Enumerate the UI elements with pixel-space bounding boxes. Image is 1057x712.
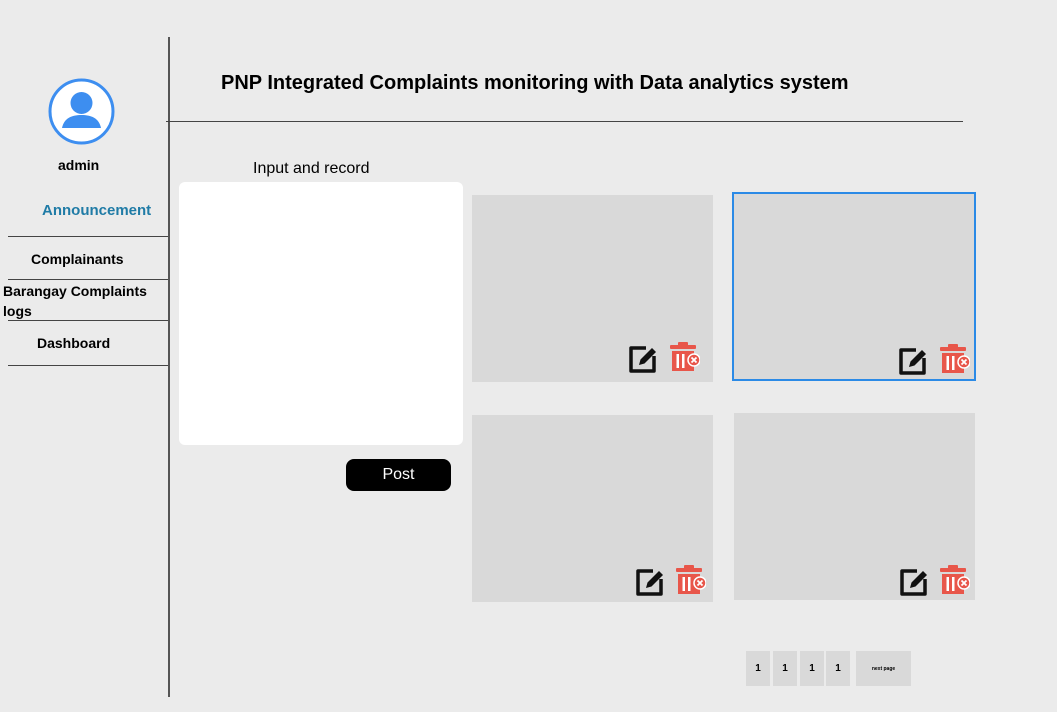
trash-icon[interactable] <box>668 341 700 373</box>
header-divider <box>166 121 963 122</box>
announcement-input[interactable] <box>179 182 463 445</box>
page-button[interactable]: 1 <box>826 651 850 686</box>
sidebar-separator <box>8 236 168 237</box>
input-label: Input and record <box>253 160 370 177</box>
edit-icon[interactable] <box>634 566 666 598</box>
trash-icon[interactable] <box>938 564 970 596</box>
edit-icon[interactable] <box>627 343 659 375</box>
page-title: PNP Integrated Complaints monitoring wit… <box>221 72 849 94</box>
sidebar-separator <box>8 320 168 321</box>
sidebar-item-barangay-complaints-logs[interactable]: Barangay Complaints logs <box>3 281 167 321</box>
sidebar-separator <box>8 365 168 366</box>
user-avatar-icon[interactable] <box>48 78 115 145</box>
page-button[interactable]: 1 <box>746 651 770 686</box>
next-page-button[interactable]: next page <box>856 651 911 686</box>
username: admin <box>58 157 100 173</box>
sidebar-item-announcement[interactable]: Announcement <box>42 201 151 221</box>
edit-icon[interactable] <box>897 345 929 377</box>
page-button[interactable]: 1 <box>773 651 797 686</box>
sidebar-item-complainants[interactable]: Complainants <box>31 249 124 269</box>
sidebar-divider <box>168 37 170 697</box>
trash-icon[interactable] <box>938 343 970 375</box>
sidebar-separator <box>8 279 168 280</box>
post-button[interactable]: Post <box>346 459 451 491</box>
page-button[interactable]: 1 <box>800 651 824 686</box>
sidebar-item-dashboard[interactable]: Dashboard <box>37 333 110 353</box>
trash-icon[interactable] <box>674 564 706 596</box>
edit-icon[interactable] <box>898 566 930 598</box>
